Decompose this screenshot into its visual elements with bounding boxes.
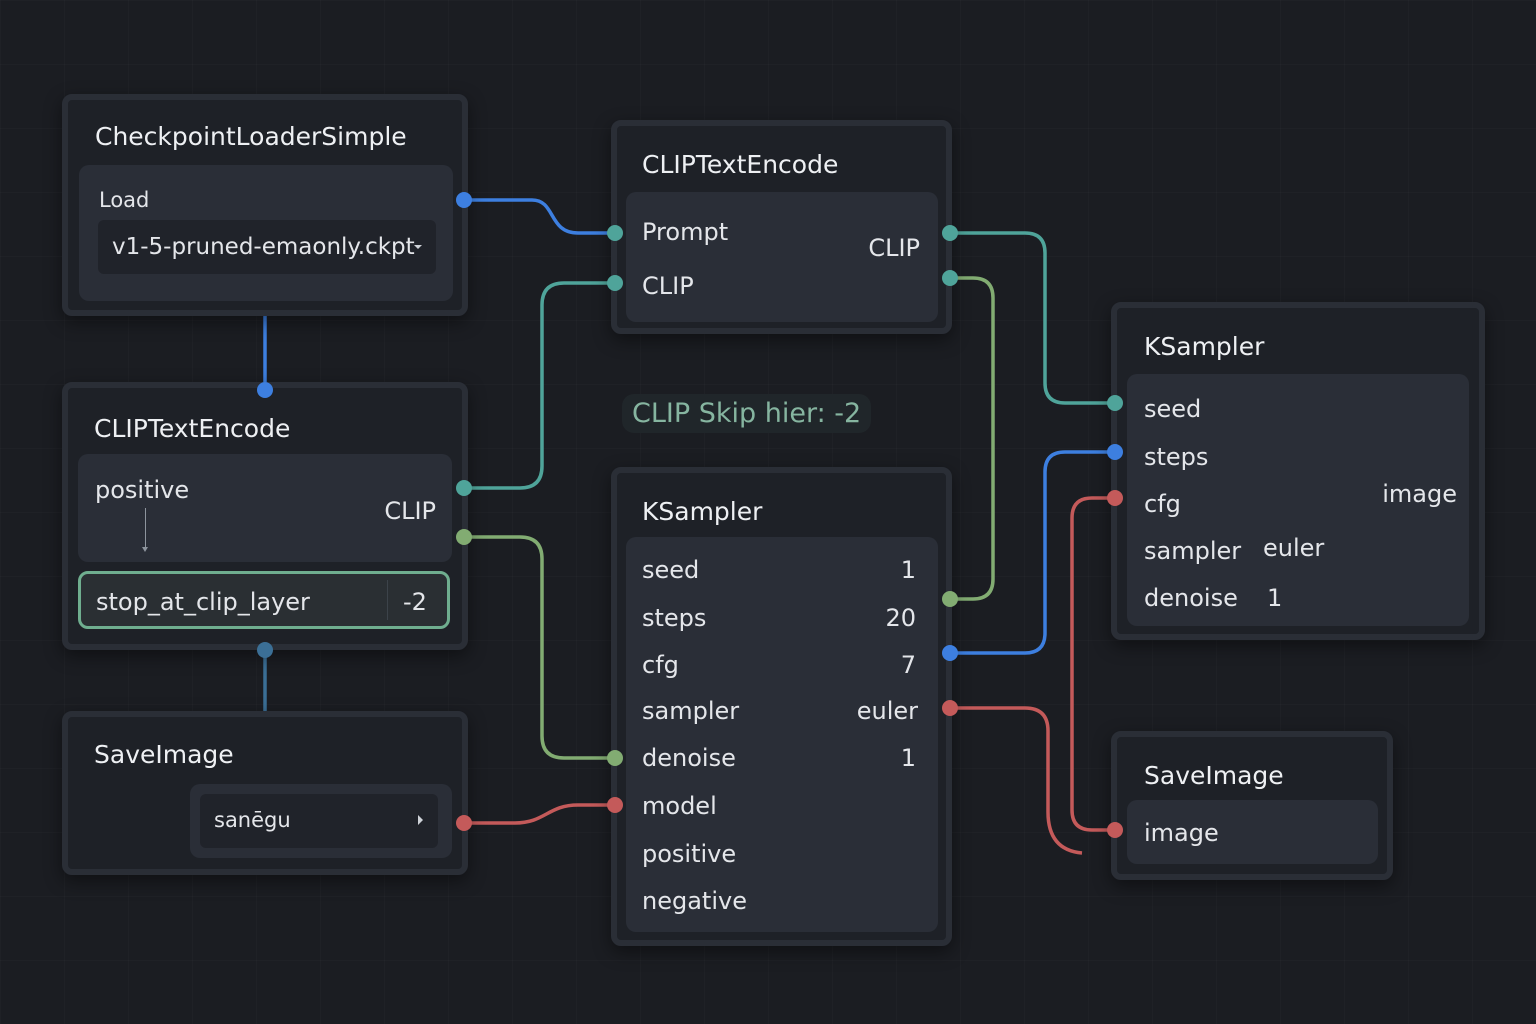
steps-label: steps bbox=[642, 604, 707, 632]
divider bbox=[387, 580, 388, 620]
stop-at-clip-layer-widget[interactable]: stop_at_clip_layer -2 bbox=[78, 571, 450, 629]
denoise-value[interactable]: 1 bbox=[1267, 584, 1282, 612]
wire-ckpt-to-prompt[interactable] bbox=[464, 198, 615, 235]
image-input-port[interactable] bbox=[1107, 822, 1123, 838]
node-title: SaveImage bbox=[1144, 761, 1284, 790]
wire-clip-to-top-clip[interactable] bbox=[464, 281, 615, 490]
load-panel: Load v1-5-pruned-emaonly.ckpt bbox=[79, 165, 453, 301]
clipencode-bottom-port[interactable] bbox=[257, 642, 273, 658]
wire-cfg-to-image[interactable] bbox=[1070, 496, 1115, 832]
ckpt-dropdown[interactable]: v1-5-pruned-emaonly.ckpt bbox=[98, 220, 436, 274]
clip-output-label: CLIP bbox=[868, 234, 920, 262]
denoise-input-port[interactable] bbox=[607, 750, 623, 766]
denoise-label: denoise bbox=[1144, 584, 1238, 612]
sampler-value[interactable]: euler bbox=[857, 697, 918, 725]
ksampler-right-red-port[interactable] bbox=[942, 700, 958, 716]
saveimage-output-port[interactable] bbox=[456, 815, 472, 831]
down-arrow-icon bbox=[145, 508, 146, 550]
prompt-panel: Prompt CLIP CLIP bbox=[626, 192, 938, 322]
filename-value: sanēgu bbox=[214, 808, 291, 832]
denoise-value[interactable]: 1 bbox=[901, 744, 916, 772]
clip-input-label: CLIP bbox=[642, 272, 694, 300]
seed-label: seed bbox=[642, 556, 700, 584]
steps-value[interactable]: 20 bbox=[885, 604, 916, 632]
load-label: Load bbox=[99, 188, 150, 212]
sampler-value[interactable]: euler bbox=[1263, 534, 1324, 562]
image-output-label: image bbox=[1382, 480, 1457, 508]
ksampler-center-node[interactable]: KSampler seed 1 steps 20 cfg 7 sampler e… bbox=[611, 467, 952, 946]
sampler-label: sampler bbox=[642, 697, 740, 725]
model-input-port[interactable] bbox=[607, 797, 623, 813]
node-title: CheckpointLoaderSimple bbox=[95, 122, 407, 151]
prompt-input-port[interactable] bbox=[607, 225, 623, 241]
node-title: CLIPTextEncode bbox=[642, 150, 839, 179]
wire-clip-to-seed[interactable] bbox=[950, 231, 1115, 405]
ksampler-right-blue-port[interactable] bbox=[942, 645, 958, 661]
filename-dropdown[interactable]: sanēgu bbox=[200, 794, 438, 848]
cfg-label: cfg bbox=[642, 651, 679, 679]
save-image-left-node[interactable]: SaveImage sanēgu bbox=[62, 711, 468, 875]
clip-secondary-output-port[interactable] bbox=[456, 529, 472, 545]
stop-at-clip-layer-label: stop_at_clip_layer bbox=[96, 588, 310, 616]
top-clip-output-port[interactable] bbox=[942, 225, 958, 241]
denoise-label: denoise bbox=[642, 744, 736, 772]
checkpoint-loader-node[interactable]: CheckpointLoaderSimple Load v1-5-pruned-… bbox=[62, 94, 468, 316]
steps-input-port[interactable] bbox=[1107, 444, 1123, 460]
ckpt-value: v1-5-pruned-emaonly.ckpt bbox=[112, 234, 415, 260]
caret-down-icon bbox=[414, 245, 422, 249]
clip-text-encode-top-node[interactable]: CLIPTextEncode Prompt CLIP CLIP bbox=[611, 120, 952, 334]
sampler-label: sampler bbox=[1144, 537, 1242, 565]
ckpt-output-port[interactable] bbox=[456, 192, 472, 208]
ksampler-right-node[interactable]: KSampler seed steps cfg sampler euler de… bbox=[1111, 302, 1485, 640]
wire-clip-to-ksampler[interactable] bbox=[950, 276, 995, 601]
filename-panel: sanēgu bbox=[190, 784, 452, 858]
wire-cfg-to-steps[interactable] bbox=[950, 450, 1115, 655]
arrow-head bbox=[142, 547, 148, 552]
node-title: KSampler bbox=[1144, 332, 1265, 361]
positive-label: positive bbox=[95, 476, 190, 504]
steps-label: steps bbox=[1144, 443, 1209, 471]
clipencode-input-port[interactable] bbox=[257, 382, 273, 398]
clip-input-port[interactable] bbox=[607, 275, 623, 291]
save-image-right-node[interactable]: SaveImage image bbox=[1111, 731, 1393, 880]
seed-input-port[interactable] bbox=[1107, 395, 1123, 411]
wire-sampler-to-saveimage[interactable] bbox=[950, 706, 1083, 855]
image-label: image bbox=[1144, 819, 1219, 847]
clip-output-label: CLIP bbox=[384, 497, 436, 525]
ksampler-right-green-port[interactable] bbox=[942, 591, 958, 607]
prompt-label: Prompt bbox=[642, 218, 729, 246]
seed-label: seed bbox=[1144, 395, 1202, 423]
seed-value[interactable]: 1 bbox=[901, 556, 916, 584]
stop-at-clip-layer-value[interactable]: -2 bbox=[403, 588, 427, 616]
cfg-value[interactable]: 7 bbox=[901, 651, 916, 679]
wire-clip-to-denoise[interactable] bbox=[464, 535, 615, 760]
ksampler-right-panel: seed steps cfg sampler euler denoise 1 i… bbox=[1127, 374, 1469, 626]
cfg-input-port[interactable] bbox=[1107, 490, 1123, 506]
ksampler-panel: seed 1 steps 20 cfg 7 sampler euler deno… bbox=[626, 537, 938, 932]
cfg-label: cfg bbox=[1144, 490, 1181, 518]
positive-panel: positive CLIP bbox=[78, 454, 452, 562]
wire-save-to-model[interactable] bbox=[464, 803, 615, 825]
node-title: KSampler bbox=[642, 497, 763, 526]
clip-skip-annotation: CLIP Skip hier: -2 bbox=[622, 394, 872, 433]
image-panel: image bbox=[1127, 800, 1378, 864]
node-title: CLIPTextEncode bbox=[94, 414, 291, 443]
model-label: model bbox=[642, 792, 717, 820]
caret-right-icon bbox=[418, 815, 423, 825]
clip-output-port[interactable] bbox=[456, 480, 472, 496]
node-title: SaveImage bbox=[94, 740, 234, 769]
top-clip-output-port-2[interactable] bbox=[942, 270, 958, 286]
negative-label: negative bbox=[642, 887, 747, 915]
positive-label: positive bbox=[642, 840, 737, 868]
